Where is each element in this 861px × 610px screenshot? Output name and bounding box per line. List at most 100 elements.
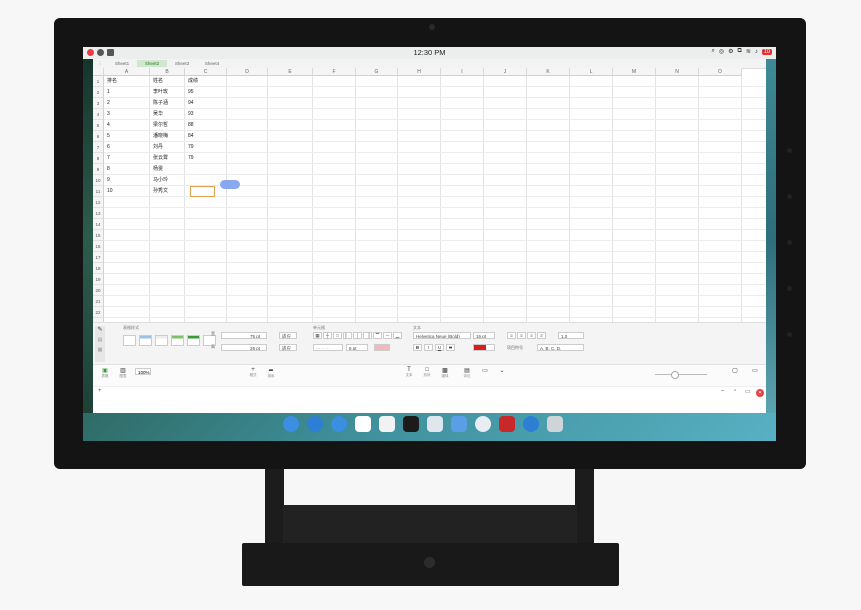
photos-icon[interactable] — [427, 416, 443, 432]
calculator-icon[interactable] — [523, 416, 539, 432]
gallery-icon[interactable] — [451, 416, 467, 432]
table-cell[interactable] — [185, 186, 188, 197]
table-cell[interactable]: 李叶玫 — [150, 87, 168, 98]
style-swatch-2[interactable] — [139, 335, 152, 346]
copy-icon[interactable]: ⧉ — [738, 48, 742, 55]
text-button[interactable]: T 文本 — [401, 367, 417, 378]
row-header[interactable]: 2 — [93, 87, 104, 98]
column-header[interactable]: K — [527, 68, 570, 76]
store-icon[interactable] — [499, 416, 515, 432]
user-icon[interactable]: ◎ — [719, 48, 724, 55]
row-header[interactable]: 13 — [93, 208, 104, 219]
column-header[interactable]: C — [185, 68, 227, 76]
selected-cell-outline[interactable] — [190, 186, 215, 197]
zoom-slider[interactable] — [655, 374, 707, 375]
table-cell[interactable]: 93 — [185, 109, 194, 120]
corner-cell[interactable] — [93, 68, 104, 76]
fit-height-button[interactable]: 适应 — [279, 344, 297, 351]
row-header[interactable]: 7 — [93, 142, 104, 153]
trash-icon[interactable] — [547, 416, 563, 432]
fullscreen-button[interactable]: ▢ — [727, 367, 743, 374]
row-header[interactable]: 21 — [93, 296, 104, 307]
column-header[interactable]: E — [268, 68, 313, 76]
table-cell[interactable]: 5 — [104, 131, 110, 142]
table-cell[interactable]: 成绩 — [185, 76, 198, 87]
more-button[interactable]: ⌄ — [494, 367, 510, 374]
close-icon[interactable]: ✕ — [756, 389, 764, 397]
tab-sheet3[interactable]: Sheet3 — [167, 60, 197, 67]
table-cell[interactable]: 6 — [104, 142, 110, 153]
table-cell[interactable]: 10 — [104, 186, 113, 197]
media-button[interactable]: ▩ 媒体 — [437, 367, 453, 379]
border-right-icon[interactable]: ▕ — [363, 332, 372, 339]
search-icon[interactable]: ⌕ — [712, 48, 715, 55]
row-header[interactable]: 16 — [93, 241, 104, 252]
volume-icon[interactable]: ♪ — [755, 49, 758, 55]
row-header[interactable]: 9 — [93, 164, 104, 175]
align-left-icon[interactable]: ≡ — [507, 332, 516, 339]
align-center-icon[interactable]: ≡ — [517, 332, 526, 339]
add-button[interactable]: + 格式 — [245, 367, 261, 378]
column-header[interactable]: I — [441, 68, 484, 76]
table-cell[interactable]: 2 — [104, 98, 110, 109]
style-swatch-5[interactable] — [187, 335, 200, 346]
table-cell[interactable] — [185, 164, 188, 175]
row-header[interactable]: 3 — [93, 98, 104, 109]
table-cell[interactable]: 7 — [104, 153, 110, 164]
table-cell[interactable] — [185, 175, 188, 186]
table-cell[interactable]: 吴华 — [150, 109, 163, 120]
add-sheet-icon[interactable]: + — [98, 388, 102, 394]
line-spacing-field[interactable]: 1.0 — [558, 332, 584, 339]
strike-button[interactable]: S — [446, 344, 455, 351]
column-header[interactable]: A — [104, 68, 150, 76]
border-all-icon[interactable]: ▦ — [313, 332, 322, 339]
power-button[interactable] — [424, 557, 435, 568]
text-color-swatch[interactable] — [473, 344, 495, 351]
shape-button[interactable]: □ 形状 — [419, 367, 435, 378]
zoom-slider-thumb[interactable] — [671, 371, 679, 379]
tab-sheet4[interactable]: Sheet4 — [197, 60, 227, 67]
table-cell[interactable]: 杨雯 — [150, 164, 163, 175]
music-icon[interactable] — [403, 416, 419, 432]
row-header[interactable]: 17 — [93, 252, 104, 263]
tab-sheet1[interactable]: Sheet1 — [107, 60, 137, 67]
row-header[interactable]: 11 — [93, 186, 104, 197]
row-header[interactable]: 6 — [93, 131, 104, 142]
bezel-button[interactable] — [787, 332, 792, 337]
cell-icon[interactable]: ▦ — [95, 347, 105, 353]
zoom-field[interactable]: 100% — [135, 368, 151, 375]
style-swatch-3[interactable] — [155, 335, 168, 346]
column-header[interactable]: M — [613, 68, 656, 76]
maximize-icon[interactable]: ▫ — [734, 388, 736, 394]
list-style-select[interactable]: A. B. C. D. — [537, 344, 584, 351]
style-swatch-1[interactable] — [123, 335, 136, 346]
wifi-icon[interactable]: ≋ — [746, 48, 751, 55]
column-header[interactable]: H — [398, 68, 441, 76]
row-header[interactable]: 5 — [93, 120, 104, 131]
table-icon[interactable]: ▤ — [95, 337, 105, 343]
table-cell[interactable]: 8 — [104, 164, 110, 175]
table-button[interactable]: ▤ 评论 — [459, 367, 475, 379]
italic-button[interactable]: I — [424, 344, 433, 351]
finder-icon[interactable] — [283, 416, 299, 432]
table-cell[interactable]: 潘晓梅 — [150, 131, 168, 142]
border-size-field[interactable]: 8 pt — [346, 344, 368, 351]
bold-button[interactable]: B — [413, 344, 422, 351]
column-header[interactable]: J — [484, 68, 527, 76]
border-center-icon[interactable]: │ — [353, 332, 362, 339]
bezel-button[interactable] — [787, 240, 792, 245]
share-button[interactable]: ➦ 排序 — [263, 367, 279, 379]
settings-icon[interactable]: ⚙ — [728, 48, 733, 55]
mail-icon[interactable] — [355, 416, 371, 432]
browser-icon[interactable] — [307, 416, 323, 432]
underline-button[interactable]: U — [435, 344, 444, 351]
table-cell[interactable]: 排名 — [104, 76, 117, 87]
border-color-swatch[interactable] — [374, 344, 390, 351]
settings-icon[interactable] — [475, 416, 491, 432]
height-field[interactable]: 26 pt — [221, 344, 267, 351]
table-cell[interactable]: 9 — [104, 175, 110, 186]
minimize-icon[interactable]: – — [721, 388, 724, 394]
table-cell[interactable]: 79 — [185, 142, 194, 153]
font-size-field[interactable]: 16 pt — [473, 332, 495, 339]
fit-width-button[interactable]: 适应 — [279, 332, 297, 339]
